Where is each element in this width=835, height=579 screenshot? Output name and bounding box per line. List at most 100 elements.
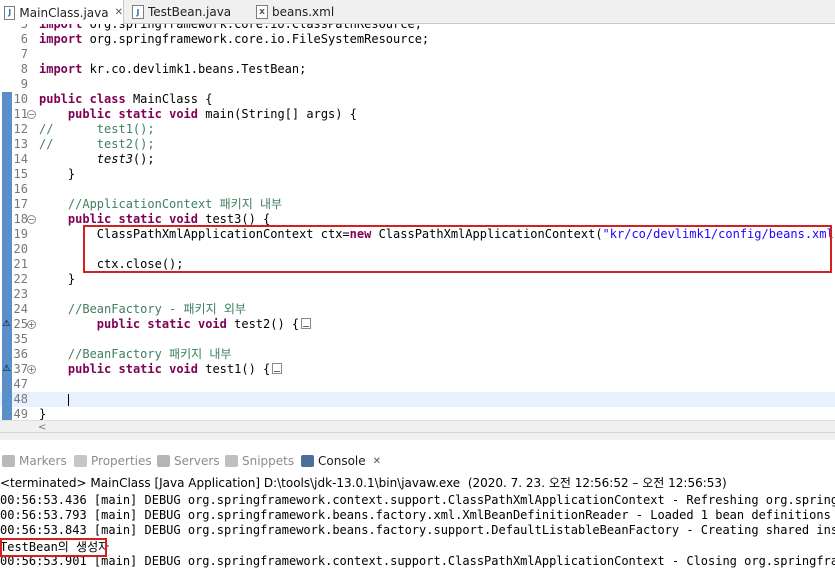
code-comment: //ApplicationContext 패키지 내부 (67, 197, 283, 211)
line-number: 11 (13, 107, 28, 121)
line-number: 15 (13, 167, 28, 181)
tab-label: TestBean.java (148, 5, 232, 19)
change-marker (2, 227, 12, 242)
code-text: } (67, 272, 76, 286)
current-code-line: 48 (0, 392, 835, 407)
change-marker (2, 377, 12, 392)
tab-testbean-java[interactable]: J TestBean.java (128, 0, 248, 24)
tab-label: Console (318, 454, 366, 468)
console-line: 00:56:53.901 [main] DEBUG org.springfram… (0, 554, 835, 568)
tab-properties[interactable]: Properties (74, 450, 152, 472)
code-line: 17 //ApplicationContext 패키지 내부 (0, 197, 835, 212)
code-line: 6 import org.springframework.core.io.Fil… (0, 32, 835, 47)
line-number: 22 (13, 272, 28, 286)
code-line: 7 (0, 47, 835, 62)
servers-icon (157, 455, 170, 467)
line-number: 21 (13, 257, 28, 271)
properties-icon (74, 455, 87, 467)
line-number: 7 (20, 47, 28, 61)
xml-file-icon: x (256, 5, 268, 19)
tab-markers[interactable]: Markers (2, 450, 67, 472)
code-text: test3(); (96, 152, 155, 166)
markers-icon (2, 455, 15, 467)
view-tab-bar: Markers Properties Servers Snippets Cons… (0, 450, 835, 472)
console-line: 00:56:53.843 [main] DEBUG org.springfram… (0, 523, 835, 537)
editor-tab-bar: J MainClass.java ✕ J TestBean.java x bea… (0, 0, 835, 25)
change-marker (2, 122, 12, 137)
change-marker (2, 332, 12, 347)
fold-expand-icon[interactable]: + (27, 320, 36, 329)
line-number: 12 (13, 122, 28, 136)
code-line: 11 − public static void main(String[] ar… (0, 107, 835, 122)
change-marker (2, 212, 12, 227)
line-number: 37 (13, 362, 28, 376)
console-output[interactable]: <terminated> MainClass [Java Application… (0, 472, 835, 579)
code-line: 22 } (0, 272, 835, 287)
line-number: 18 (13, 212, 28, 226)
change-marker (2, 197, 12, 212)
change-marker (2, 347, 12, 362)
tab-snippets[interactable]: Snippets (225, 450, 294, 472)
change-marker (2, 167, 12, 182)
code-line: 36 //BeanFactory 패키지 내부 (0, 347, 835, 362)
line-number: 35 (13, 332, 28, 346)
annotation-box-console (0, 538, 107, 557)
code-line: 12 // test1(); (0, 122, 835, 137)
tab-mainclass-java[interactable]: J MainClass.java ✕ (0, 0, 124, 25)
code-text: import kr.co.devlimk1.beans.TestBean; (39, 62, 307, 76)
change-marker (2, 137, 12, 152)
line-number: 9 (20, 77, 28, 91)
code-line: 5 import org.springframework.core.io.Cla… (0, 24, 835, 32)
snippets-icon (225, 455, 238, 467)
code-text: public class MainClass { (39, 92, 213, 106)
change-marker (2, 107, 12, 122)
collapsed-code-icon[interactable] (301, 318, 312, 329)
change-marker (2, 302, 12, 317)
tab-beans-xml[interactable]: x beans.xml (252, 0, 342, 24)
annotation-box-code (83, 225, 832, 273)
line-number: 17 (13, 197, 28, 211)
line-number: 48 (13, 392, 28, 406)
code-comment: //BeanFactory - 패키지 외부 (67, 302, 246, 316)
tab-label: Snippets (242, 454, 295, 468)
change-marker (2, 152, 12, 167)
line-number: 16 (13, 182, 28, 196)
code-line: 24 //BeanFactory - 패키지 외부 (0, 302, 835, 317)
code-text: public static void test2() { (39, 317, 312, 332)
code-editor[interactable]: 5 import org.springframework.core.io.Cla… (0, 24, 835, 422)
change-marker (2, 182, 12, 197)
line-number: 14 (13, 152, 28, 166)
line-number: 5 (20, 24, 28, 31)
warning-icon[interactable]: ⚠ (1, 319, 12, 330)
collapsed-code-icon[interactable] (272, 363, 283, 374)
text-caret (68, 394, 69, 406)
fold-expand-icon[interactable]: + (27, 365, 36, 374)
tab-label: Servers (174, 454, 220, 468)
java-file-icon: J (4, 5, 16, 20)
tab-servers[interactable]: Servers (157, 450, 220, 472)
line-number: 13 (13, 137, 28, 151)
code-line: 8 import kr.co.devlimk1.beans.TestBean; (0, 62, 835, 77)
line-number: 36 (13, 347, 28, 361)
code-comment: // test1(); (39, 122, 155, 136)
code-text: } (67, 167, 76, 181)
code-line: 15 } (0, 167, 835, 182)
warning-icon[interactable]: ⚠ (1, 364, 12, 375)
tab-console[interactable]: Console ✕ (301, 450, 381, 472)
code-line: ⚠ 25 + public static void test2() { (0, 317, 835, 332)
fold-collapse-icon[interactable]: − (27, 110, 36, 119)
code-line: 13 // test2(); (0, 137, 835, 152)
change-marker (2, 287, 12, 302)
close-icon[interactable]: ✕ (115, 7, 123, 18)
change-marker (2, 242, 12, 257)
change-marker (2, 392, 12, 407)
line-number: 8 (20, 62, 28, 76)
code-line: 16 (0, 182, 835, 197)
tab-label: Markers (19, 454, 67, 468)
line-number: 23 (13, 287, 28, 301)
pane-divider[interactable] (0, 432, 835, 440)
line-number: 6 (20, 32, 28, 46)
fold-collapse-icon[interactable]: − (27, 215, 36, 224)
line-number: 24 (13, 302, 28, 316)
close-icon[interactable]: ✕ (373, 456, 381, 467)
